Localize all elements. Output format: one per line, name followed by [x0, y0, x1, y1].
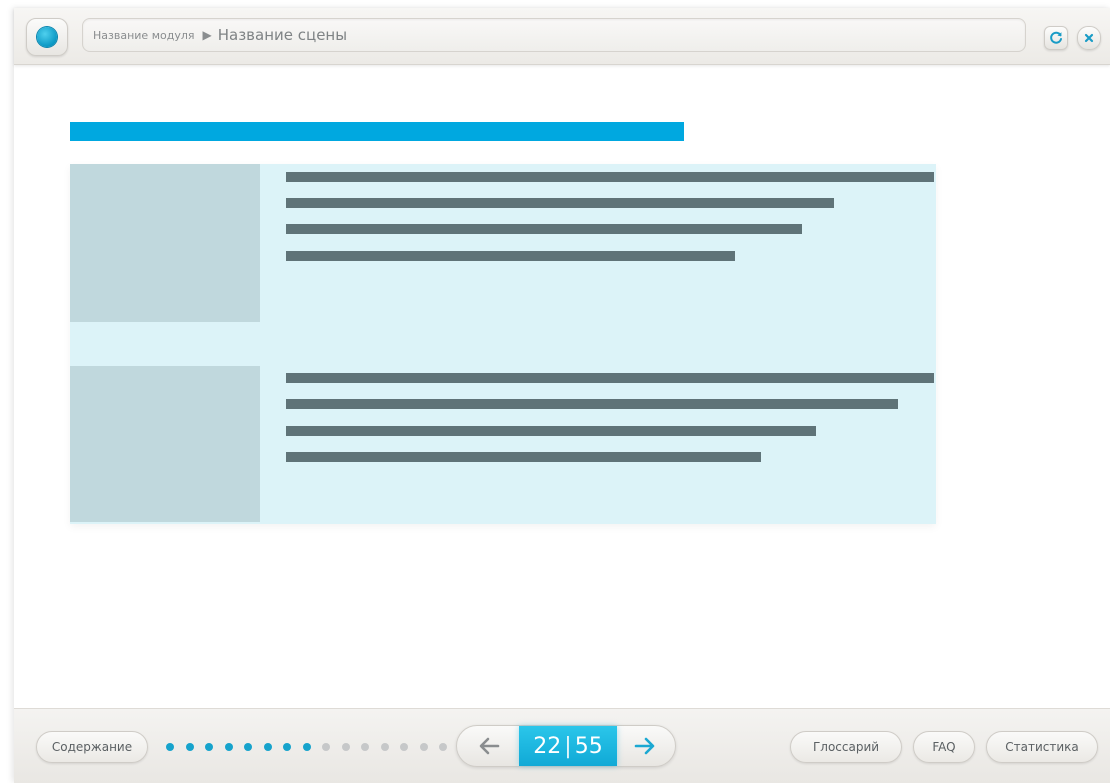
progress-dot-filled	[205, 743, 213, 751]
text-line	[286, 399, 898, 409]
slide-title-placeholder	[70, 122, 684, 141]
total-pages: 55	[574, 733, 603, 759]
progress-dot-empty	[322, 743, 330, 751]
page-separator: |	[564, 733, 572, 759]
text-line	[286, 452, 761, 462]
statistics-button[interactable]: Статистика	[986, 731, 1098, 763]
progress-dot-empty	[400, 743, 408, 751]
breadcrumb-module[interactable]: Название модуля	[93, 29, 194, 42]
progress-dot-filled	[302, 743, 311, 751]
progress-dot-filled	[283, 743, 291, 751]
progress-dot-filled	[166, 743, 174, 751]
image-placeholder-2	[70, 366, 260, 522]
progress-dot-empty	[419, 743, 428, 751]
progress-dot-empty	[361, 743, 369, 751]
close-icon	[1084, 33, 1094, 43]
progress-dot-filled	[185, 743, 194, 751]
arrow-left-icon	[479, 737, 500, 755]
next-button[interactable]	[617, 726, 673, 766]
text-line	[286, 426, 816, 436]
prev-button[interactable]	[461, 726, 517, 766]
text-line	[286, 172, 934, 182]
contents-button[interactable]: Содержание	[36, 731, 148, 763]
arrow-right-icon	[634, 737, 655, 755]
progress-dot-empty	[341, 743, 350, 751]
glossary-button[interactable]: Глоссарий	[790, 731, 902, 763]
progress-dots	[166, 743, 459, 751]
progress-dot-filled	[224, 743, 233, 751]
image-placeholder-1	[70, 164, 260, 322]
close-button[interactable]	[1077, 26, 1101, 50]
top-bar: Название модуля ▶ Название сцены	[14, 8, 1110, 65]
faq-button[interactable]: FAQ	[913, 731, 975, 763]
refresh-button[interactable]	[1044, 26, 1068, 50]
text-line	[286, 224, 802, 234]
text-line	[286, 373, 934, 383]
progress-dot-filled	[263, 743, 272, 751]
pager: 22 | 55	[456, 725, 676, 767]
logo-orb-icon	[37, 27, 57, 47]
breadcrumb: Название модуля ▶ Название сцены	[82, 18, 1026, 52]
menu-button[interactable]	[26, 18, 68, 56]
bottom-bar: Содержание 22 | 55 Глоссарий FAQ Статист…	[14, 708, 1110, 783]
progress-dot-filled	[244, 743, 252, 751]
refresh-icon	[1050, 31, 1062, 44]
content-panel	[70, 164, 936, 524]
text-line	[286, 251, 735, 261]
page-counter: 22 | 55	[519, 726, 617, 766]
text-line	[286, 198, 834, 208]
progress-dot-empty	[380, 743, 389, 751]
breadcrumb-separator-icon: ▶	[202, 28, 212, 42]
course-player-window: Название модуля ▶ Название сцены Содержа…	[14, 8, 1110, 783]
current-page: 22	[533, 733, 562, 759]
progress-dot-empty	[439, 743, 447, 751]
breadcrumb-scene: Название сцены	[217, 26, 348, 44]
